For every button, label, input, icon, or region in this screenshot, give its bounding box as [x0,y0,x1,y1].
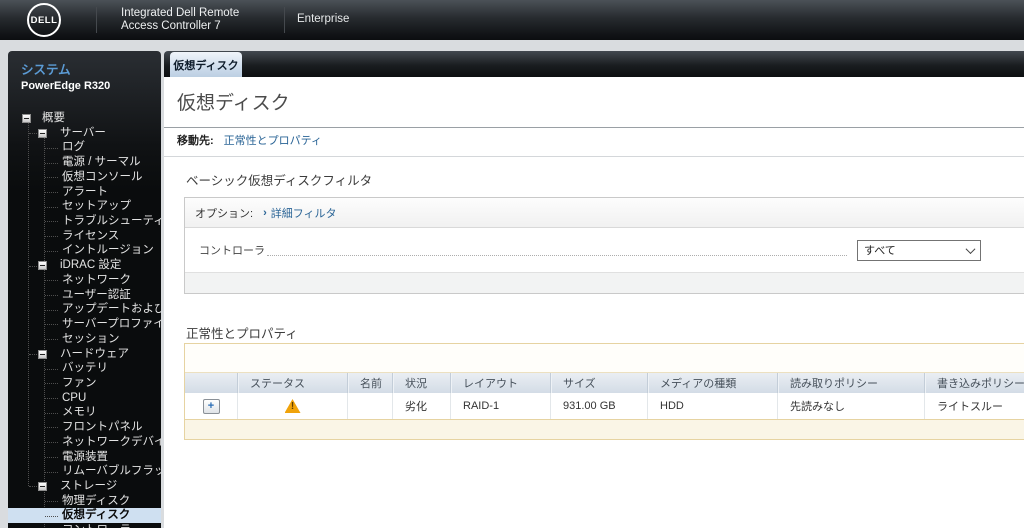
sidebar-item-network[interactable]: ネットワーク [8,273,161,288]
virtual-disk-table: ステータス 名前 状況 レイアウト サイズ メディアの種類 読み取りポリシー 書… [184,343,1024,440]
sidebar-item-licenses[interactable]: ライセンス [8,229,161,244]
column-header-name: 名前 [347,373,392,393]
jump-divider [164,156,1024,157]
sidebar-item-server[interactable]: サーバー [8,126,161,141]
sidebar-item-virtual-disks[interactable]: 仮想ディスク [8,508,161,524]
media-type-cell: HDD [647,393,777,419]
controller-label: コントローラ [199,245,265,257]
table-footer [185,419,1024,439]
read-policy-cell: 先読みなし [777,393,924,419]
dell-logo-icon: DELL [27,3,61,37]
table-toolbar [185,344,1024,373]
write-policy-cell: ライトスルー [924,393,1024,419]
tab-label: 仮想ディスク [173,59,239,72]
controller-select-value: すべて [864,245,896,257]
sidebar-item-server-profile[interactable]: サーバープロファイル [8,317,161,332]
tab-bar: 仮想ディスク [164,51,1024,77]
collapse-icon[interactable] [22,114,31,123]
jump-to-row: 移動先: 正常性とプロパティ [177,132,322,148]
chevron-down-icon [965,243,976,254]
sidebar-item-power-supplies[interactable]: 電源装置 [8,450,161,465]
sidebar-item-memory[interactable]: メモリ [8,405,161,420]
table-row: + 劣化 RAID-1 931.00 GB HDD 先読みなし ライトスルー [185,393,1024,419]
advanced-filter-link[interactable]: 詳細フィルタ [271,205,337,221]
product-title-line2: Access Controller 7 [121,20,221,32]
sidebar-item-sessions[interactable]: セッション [8,332,161,347]
sidebar-item-batteries[interactable]: バッテリ [8,361,161,376]
column-header-write-policy: 書き込みポリシー [924,373,1024,393]
filter-options-bar: オプション: › 詳細フィルタ [185,198,1024,228]
system-section-label: システム [21,63,71,77]
sidebar-item-idrac-settings[interactable]: iDRAC 設定 [8,258,161,273]
dotted-leader [267,254,847,256]
collapse-icon[interactable] [38,128,47,138]
sidebar-item-physical-disks[interactable]: 物理ディスク [8,494,161,509]
sidebar-item-power-thermal[interactable]: 電源 / サーマル [8,155,161,170]
jump-to-label: 移動先: [177,135,214,147]
filter-box-footer [185,272,1024,293]
collapse-icon[interactable] [38,481,47,491]
top-header: DELL Integrated Dell Remote Access Contr… [0,0,1024,40]
sidebar-item-controllers[interactable]: コントローラ [8,523,161,528]
sidebar-item-front-panel[interactable]: フロントパネル [8,420,161,435]
sidebar-item-removable-flash[interactable]: リムーバブルフラッシュメ [8,464,161,479]
filter-section-heading: ベーシック仮想ディスクフィルタ [186,174,373,188]
chevron-right-icon: › [263,206,267,219]
warning-icon [284,399,301,413]
layout-cell: RAID-1 [450,393,550,419]
status-cell [237,393,347,419]
page-title: 仮想ディスク [177,93,290,114]
sidebar-item-update-rollback[interactable]: アップデートおよびロール [8,302,161,317]
column-header-size: サイズ [550,373,647,393]
options-label: オプション: [195,207,254,220]
system-name: PowerEdge R320 [21,80,111,92]
product-title: Integrated Dell Remote Access Controller… [121,7,239,33]
sidebar-item-user-authentication[interactable]: ユーザー認証 [8,288,161,303]
collapse-icon[interactable] [38,261,47,271]
product-title-line1: Integrated Dell Remote [121,7,240,19]
edition-label: Enterprise [297,13,350,25]
sidebar-item-setup[interactable]: セットアップ [8,199,161,214]
header-divider [96,7,97,33]
sidebar-item-overview[interactable]: 概要 [8,111,161,126]
sidebar-item-hardware[interactable]: ハードウェア [8,347,161,362]
navigation-tree: 概要 サーバー ログ 電源 / サーマル 仮想コンソール アラート セットアップ… [8,111,161,528]
column-header-state: 状況 [392,373,450,393]
sidebar-item-cpu[interactable]: CPU [8,391,161,406]
basic-filter-box: オプション: › 詳細フィルタ コントローラ すべて [184,197,1024,294]
health-section-heading: 正常性とプロパティ [186,327,298,341]
column-header-expand [185,373,237,393]
table-header-row: ステータス 名前 状況 レイアウト サイズ メディアの種類 読み取りポリシー 書… [185,373,1024,393]
sidebar-item-alerts[interactable]: アラート [8,185,161,200]
sidebar-item-virtual-console[interactable]: 仮想コンソール [8,170,161,185]
sidebar-item-fans[interactable]: ファン [8,376,161,391]
sidebar-item-network-devices[interactable]: ネットワークデバイス [8,435,161,450]
collapse-icon[interactable] [38,349,47,359]
column-header-read-policy: 読み取りポリシー [777,373,924,393]
sidebar-item-troubleshooting[interactable]: トラブルシューティング [8,214,161,229]
expand-cell: + [185,393,237,419]
column-header-status: ステータス [237,373,347,393]
header-divider [284,7,285,33]
sidebar-item-intrusion[interactable]: イントルージョン [8,243,161,258]
state-cell: 劣化 [392,393,450,419]
column-header-layout: レイアウト [450,373,550,393]
sidebar-item-logs[interactable]: ログ [8,140,161,155]
controller-select[interactable]: すべて [857,239,981,261]
dell-logo-text: DELL [30,14,58,26]
column-header-media-type: メディアの種類 [647,373,777,393]
expand-row-button[interactable]: + [202,398,220,414]
sidebar-item-storage[interactable]: ストレージ [8,479,161,494]
name-cell [347,393,392,419]
sidebar: システム PowerEdge R320 概要 サーバー ログ 電源 / サーマル… [8,51,161,528]
size-cell: 931.00 GB [550,393,647,419]
main-content: 仮想ディスク 移動先: 正常性とプロパティ ベーシック仮想ディスクフィルタ オプシ… [164,77,1024,528]
tab-virtual-disks[interactable]: 仮想ディスク [170,52,242,77]
title-divider [164,127,1024,128]
jump-to-health-link[interactable]: 正常性とプロパティ [224,135,322,147]
controller-filter-row: コントローラ すべて [185,228,1024,272]
